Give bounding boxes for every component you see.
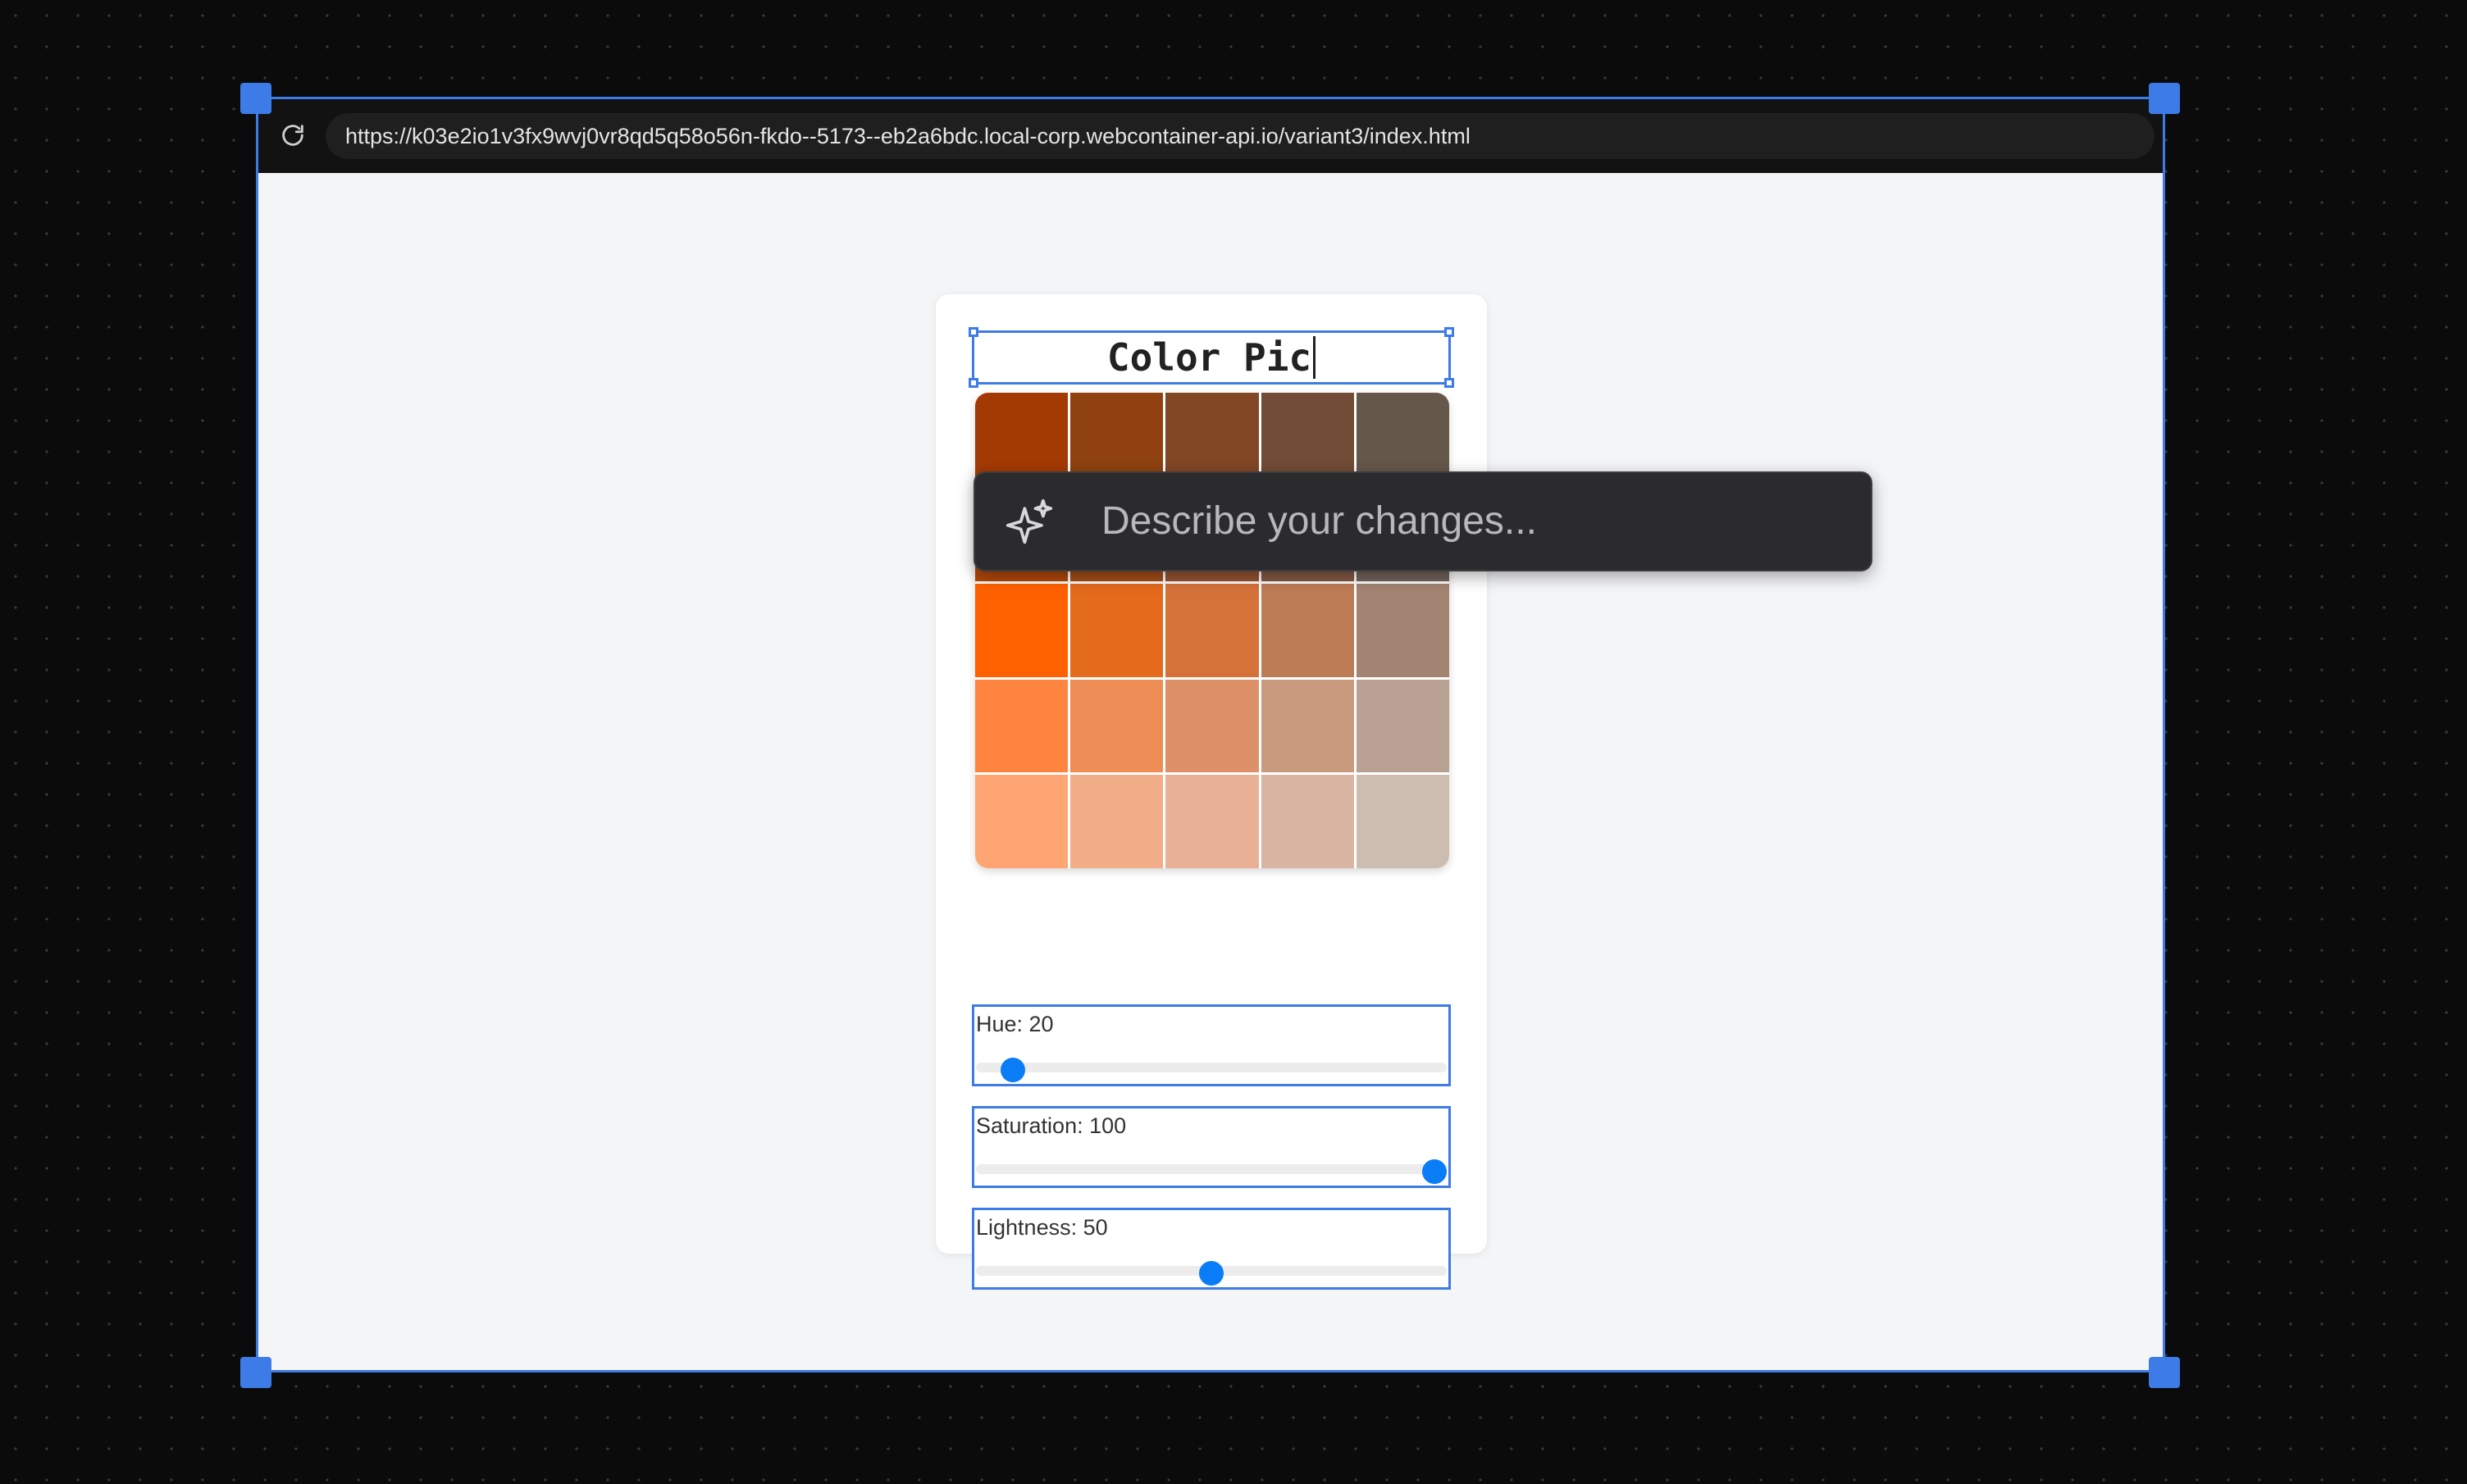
color-swatch[interactable]	[1165, 584, 1259, 677]
resize-handle-bottom-left[interactable]	[969, 378, 978, 388]
color-swatch[interactable]	[1070, 679, 1164, 773]
color-swatch[interactable]	[975, 775, 1069, 868]
color-swatch[interactable]	[975, 679, 1069, 773]
url-bar[interactable]: https://k03e2io1v3fx9wvj0vr8qd5q58o56n-f…	[326, 113, 2155, 159]
browser-toolbar: https://k03e2io1v3fx9wvj0vr8qd5q58o56n-f…	[258, 99, 2163, 173]
frame-corner-handle-top-left[interactable]	[240, 83, 271, 114]
hue-slider-thumb[interactable]	[1001, 1058, 1026, 1082]
saturation-slider-track[interactable]	[976, 1164, 1447, 1174]
describe-changes-input[interactable]	[1101, 491, 1840, 550]
frame-corner-handle-bottom-left[interactable]	[240, 1357, 271, 1388]
hue-slider-track[interactable]	[976, 1063, 1447, 1072]
reload-button[interactable]	[276, 119, 309, 152]
resize-handle-top-left[interactable]	[969, 327, 978, 337]
hue-slider-group: Hue: 20	[972, 1004, 1451, 1086]
resize-handle-bottom-right[interactable]	[1444, 378, 1454, 388]
hue-label: Hue: 20	[976, 1012, 1054, 1036]
color-swatch[interactable]	[1261, 775, 1354, 868]
reload-icon	[282, 125, 303, 146]
lightness-label: Lightness: 50	[976, 1215, 1108, 1240]
color-swatch[interactable]	[1356, 775, 1449, 868]
color-swatch[interactable]	[1356, 679, 1449, 773]
color-swatch[interactable]	[1165, 775, 1259, 868]
saturation-slider-thumb[interactable]	[1422, 1159, 1447, 1184]
color-swatch[interactable]	[1261, 584, 1354, 677]
saturation-slider-group: Saturation: 100	[972, 1106, 1451, 1188]
title-editor[interactable]: Color Pic	[969, 327, 1454, 388]
sparkle-icon	[1005, 498, 1053, 544]
text-caret	[1313, 336, 1316, 379]
color-swatch[interactable]	[1356, 584, 1449, 677]
swatch-grid	[975, 393, 1449, 868]
color-swatch[interactable]	[1070, 584, 1164, 677]
color-swatch[interactable]	[975, 584, 1069, 677]
page-title[interactable]: Color Pic	[1107, 335, 1311, 380]
color-swatch[interactable]	[1070, 775, 1164, 868]
ai-prompt-popover	[974, 471, 1872, 571]
frame-corner-handle-top-right[interactable]	[2149, 83, 2180, 114]
color-swatch[interactable]	[1261, 679, 1354, 773]
saturation-label: Saturation: 100	[976, 1113, 1127, 1138]
frame-corner-handle-bottom-right[interactable]	[2149, 1357, 2180, 1388]
color-picker-card: Color Pic Hue: 20 Saturation: 100 Lightn…	[936, 294, 1487, 1290]
resize-handle-top-right[interactable]	[1444, 327, 1454, 337]
lightness-slider-group: Lightness: 50	[972, 1208, 1451, 1290]
lightness-slider-thumb[interactable]	[1199, 1261, 1224, 1286]
browser-preview-frame: https://k03e2io1v3fx9wvj0vr8qd5q58o56n-f…	[256, 97, 2165, 1372]
color-swatch[interactable]	[1165, 679, 1259, 773]
